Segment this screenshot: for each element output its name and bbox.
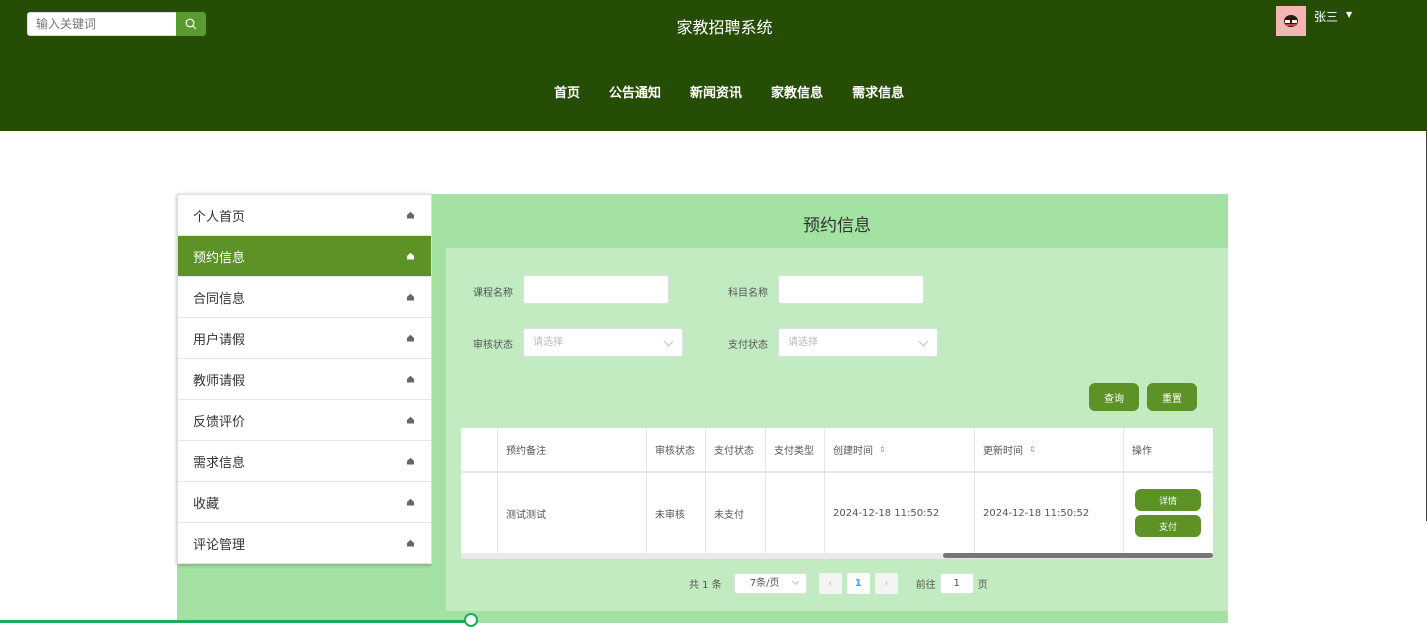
- goto-page-input[interactable]: 1: [939, 573, 974, 594]
- nav-demand-info[interactable]: 需求信息: [852, 82, 904, 101]
- cell-audit-status: 未审核: [647, 473, 706, 553]
- main-nav: 首页 公告通知 新闻资讯 家教信息 需求信息: [554, 82, 933, 101]
- cell-check: [461, 473, 498, 553]
- header-created-time[interactable]: 创建时间 ⇕: [825, 428, 975, 471]
- pay-button[interactable]: 支付: [1135, 515, 1201, 537]
- page-size-select[interactable]: 7条/页: [733, 573, 807, 594]
- page-number[interactable]: 1: [846, 573, 870, 594]
- chevron-left-icon: ‹: [828, 578, 833, 589]
- sidebar-item-6[interactable]: 需求信息: [178, 441, 431, 482]
- header-pay-type: 支付类型: [766, 428, 825, 471]
- sidebar-item-8[interactable]: 评论管理: [178, 523, 431, 564]
- nav-tutor-info[interactable]: 家教信息: [771, 82, 823, 101]
- site-title: 家教招聘系统: [676, 18, 773, 37]
- page-title: 预约信息: [803, 216, 871, 236]
- sidebar-item-label: 个人首页: [193, 209, 246, 225]
- reservation-table: 预约备注 审核状态 支付状态 支付类型 创建时间 ⇕ 更新时间 ⇕ 操作 测试测试 …: [461, 428, 1213, 553]
- sidebar-item-1[interactable]: 预约信息: [178, 236, 431, 277]
- table-row: 测试测试 未审核 未支付 2024-12-18 11:50:52 2024-12…: [461, 473, 1213, 553]
- sidebar-item-label: 预约信息: [193, 250, 246, 266]
- home-icon: [407, 498, 414, 506]
- header-actions: 操作: [1132, 446, 1152, 457]
- subject-name-input[interactable]: [778, 275, 924, 304]
- page-size-value: 7条/页: [749, 578, 780, 589]
- home-icon: [407, 334, 414, 342]
- home-icon: [407, 457, 414, 465]
- sidebar-item-7[interactable]: 收藏: [178, 482, 431, 523]
- home-icon: [407, 416, 414, 424]
- avatar-icon: [1284, 15, 1298, 27]
- home-icon: [407, 211, 414, 219]
- table-scrollbar-thumb[interactable]: [943, 553, 1213, 558]
- header-audit-status: 审核状态: [647, 428, 706, 471]
- home-icon: [407, 293, 414, 301]
- sidebar-item-0[interactable]: 个人首页: [178, 195, 431, 236]
- pay-status-placeholder: 请选择: [788, 337, 818, 348]
- table-header: 预约备注 审核状态 支付状态 支付类型 创建时间 ⇕ 更新时间 ⇕ 操作: [461, 428, 1213, 473]
- nav-notices[interactable]: 公告通知: [609, 82, 661, 101]
- cell-created-time: 2024-12-18 11:50:52: [825, 473, 975, 553]
- user-name[interactable]: 张三: [1314, 8, 1338, 25]
- pay-status-select[interactable]: 请选择: [778, 328, 938, 357]
- user-menu[interactable]: 张三 ▼: [1276, 6, 1352, 36]
- header-pay-status: 支付状态: [706, 428, 766, 471]
- reset-button[interactable]: 重置: [1147, 383, 1197, 411]
- next-page-button[interactable]: ›: [874, 573, 898, 594]
- course-name-input[interactable]: [523, 275, 669, 304]
- audit-status-placeholder: 请选择: [533, 337, 563, 348]
- caret-down-icon[interactable]: ▼: [1346, 10, 1352, 19]
- sidebar-item-label: 评论管理: [193, 537, 246, 553]
- sort-icon[interactable]: ⇕: [1029, 445, 1036, 454]
- query-button[interactable]: 查询: [1089, 383, 1139, 411]
- header-updated-time[interactable]: 更新时间 ⇕: [975, 428, 1124, 471]
- pay-status-label: 支付状态: [728, 340, 768, 351]
- prev-page-button[interactable]: ‹: [818, 573, 842, 594]
- chevron-down-icon: [918, 336, 929, 347]
- sort-icon[interactable]: ⇕: [879, 445, 886, 454]
- sidebar-item-4[interactable]: 教师请假: [178, 359, 431, 400]
- pagination-total: 共 1 条: [689, 580, 722, 591]
- cell-pay-type: [766, 473, 825, 553]
- sidebar-item-label: 反馈评价: [193, 414, 246, 430]
- chevron-right-icon: ›: [884, 578, 889, 589]
- cell-updated-time: 2024-12-18 11:50:52: [975, 473, 1124, 553]
- course-name-label: 课程名称: [473, 288, 513, 299]
- sidebar-item-3[interactable]: 用户请假: [178, 318, 431, 359]
- cell-remark: 测试测试: [498, 473, 647, 553]
- cell-pay-status: 未支付: [706, 473, 766, 553]
- sidebar-item-label: 需求信息: [193, 455, 246, 471]
- pagination: 共 1 条 7条/页 ‹ 1 › 前往 1 页: [689, 573, 988, 594]
- nav-news[interactable]: 新闻资讯: [690, 82, 742, 101]
- chevron-down-icon: [791, 577, 799, 586]
- sidebar-item-5[interactable]: 反馈评价: [178, 400, 431, 441]
- header-check: [461, 428, 498, 471]
- sidebar-item-label: 用户请假: [193, 332, 246, 348]
- top-header: 家教招聘系统 张三 ▼ 首页 公告通知 新闻资讯 家教信息 需求信息: [0, 0, 1427, 131]
- page-suffix: 页: [977, 580, 988, 591]
- home-icon: [407, 252, 414, 260]
- header-updated-label: 更新时间: [983, 446, 1023, 457]
- header-remark: 预约备注: [498, 428, 647, 471]
- home-icon: [407, 375, 414, 383]
- header-created-label: 创建时间: [833, 446, 873, 457]
- sidebar-item-label: 教师请假: [193, 373, 246, 389]
- sidebar: 个人首页预约信息合同信息用户请假教师请假反馈评价需求信息收藏评论管理: [177, 194, 432, 564]
- audit-status-select[interactable]: 请选择: [523, 328, 683, 357]
- goto-label: 前往: [915, 580, 936, 591]
- chevron-down-icon: [663, 336, 674, 347]
- page-progress-handle[interactable]: [463, 613, 478, 627]
- detail-button[interactable]: 详情: [1135, 489, 1201, 511]
- nav-home[interactable]: 首页: [554, 82, 580, 101]
- home-icon: [407, 539, 414, 547]
- sidebar-item-label: 合同信息: [193, 291, 246, 307]
- sidebar-item-2[interactable]: 合同信息: [178, 277, 431, 318]
- sidebar-item-label: 收藏: [193, 496, 220, 512]
- avatar[interactable]: [1276, 6, 1306, 36]
- audit-status-label: 审核状态: [473, 340, 513, 351]
- cell-actions: 详情 支付: [1124, 473, 1213, 553]
- subject-name-label: 科目名称: [728, 288, 768, 299]
